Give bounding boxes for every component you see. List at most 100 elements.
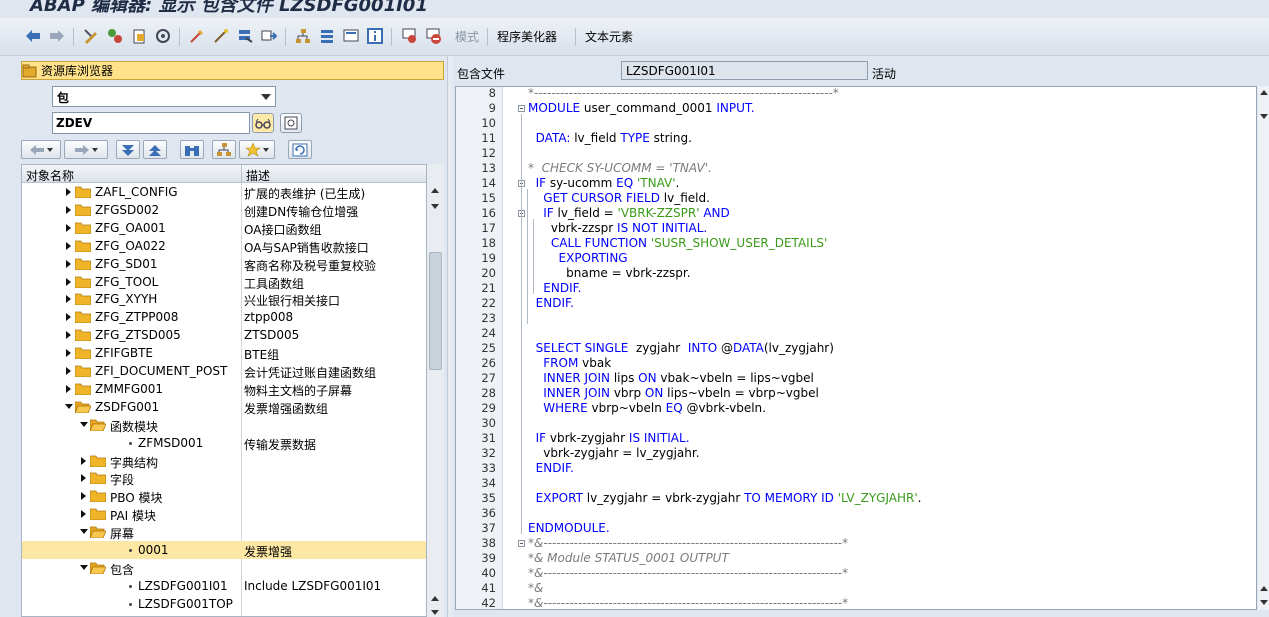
column-header-name[interactable]: 对象名称 — [26, 167, 74, 184]
back-arrow-icon[interactable] — [24, 26, 42, 46]
code-line[interactable]: EXPORTING — [528, 251, 628, 265]
expand-icon[interactable] — [66, 223, 71, 232]
expand-icon[interactable] — [81, 510, 86, 519]
tree-scrollbar-thumb[interactable] — [429, 252, 442, 370]
code-line[interactable]: FROM vbak — [528, 356, 611, 370]
tree-node[interactable]: LZSDFG001I01 Include LZSDFG001I01 — [22, 577, 426, 595]
code-line[interactable]: IF vbrk-zygjahr IS INITIAL. — [528, 431, 690, 445]
tree-node[interactable]: 屏幕 — [22, 523, 426, 541]
tree-node[interactable]: ZFI_DOCUMENT_POST 会计凭证过账自建函数组 — [22, 362, 426, 380]
fold-toggle-icon[interactable] — [518, 105, 525, 112]
expand-icon[interactable] — [66, 295, 71, 304]
check-syntax-icon[interactable] — [188, 26, 206, 46]
refresh-tree-button[interactable] — [288, 140, 312, 159]
code-line[interactable]: ENDIF. — [528, 461, 574, 475]
code-line[interactable]: INNER JOIN lips ON vbak~vbeln = lips~vgb… — [528, 371, 814, 385]
collapse-icon[interactable] — [80, 421, 88, 427]
tree-node[interactable]: 字段 — [22, 469, 426, 487]
tree-node[interactable]: PAI 模块 — [22, 505, 426, 523]
activate-icon[interactable] — [236, 26, 254, 46]
favorites-button[interactable] — [239, 140, 275, 159]
code-line[interactable]: ENDIF. — [528, 281, 581, 295]
find-button[interactable] — [180, 140, 204, 159]
expand-icon[interactable] — [66, 241, 71, 250]
expand-all-button[interactable] — [116, 140, 140, 159]
code-line[interactable]: * CHECK SY-UCOMM = 'TNAV'. — [528, 161, 712, 175]
tree-node[interactable]: PBO 模块 — [22, 487, 426, 505]
code-editor[interactable]: 8 9 10 11 12 13 14 15 16 17 18 19 20 21 22 23 24 25 26 27 28… — [455, 86, 1257, 610]
column-header-description[interactable]: 描述 — [246, 167, 270, 184]
tree-node[interactable]: ZFG_ZTSD005 ZTSD005 — [22, 326, 426, 344]
active-inactive-icon[interactable] — [106, 26, 124, 46]
code-line[interactable]: *&--------------------------------------… — [528, 566, 848, 580]
tree-node[interactable]: ZSDFG001 发票增强函数组 — [22, 398, 426, 416]
mode-button[interactable]: 模式 — [455, 28, 479, 45]
tree-node[interactable]: 字典结构 — [22, 452, 426, 470]
code-line[interactable]: EXPORT lv_zygjahr = vbrk-zygjahr TO MEMO… — [528, 491, 922, 505]
tree-node[interactable]: 包含 — [22, 559, 426, 577]
expand-icon[interactable] — [66, 188, 71, 196]
expand-icon[interactable] — [66, 349, 71, 358]
tree-scrollbar[interactable] — [427, 164, 444, 617]
tree-node[interactable]: ZFG_ZTPP008 ztpp008 — [22, 308, 426, 326]
test-icon[interactable] — [260, 26, 278, 46]
code-line[interactable]: INNER JOIN vbrp ON lips~vbeln = vbrp~vgb… — [528, 386, 819, 400]
tree-node[interactable]: ZFG_XYYH 兴业银行相关接口 — [22, 290, 426, 308]
expand-icon[interactable] — [66, 384, 71, 393]
expand-icon[interactable] — [66, 331, 71, 340]
stop-icon[interactable] — [424, 26, 444, 46]
tree-node[interactable]: ZFG_SD01 客商名称及税号重复校验 — [22, 255, 426, 273]
program-name-field[interactable]: LZSDFG001I01 — [621, 61, 868, 80]
code-line[interactable]: ENDMODULE. — [528, 521, 610, 535]
create-object-button[interactable] — [212, 140, 236, 159]
pretty-printer-button[interactable]: 程序美化器 — [497, 28, 557, 45]
info-icon[interactable] — [366, 26, 384, 46]
expand-icon[interactable] — [66, 367, 71, 375]
tree-node[interactable]: ZMMFG001 物料主文档的子屏幕 — [22, 380, 426, 398]
tree-node[interactable]: ZFIFGBTE BTE组 — [22, 344, 426, 362]
repository-browser-header[interactable]: 资源库浏览器 — [21, 61, 444, 80]
code-line[interactable]: DATA: lv_field TYPE string. — [528, 131, 692, 145]
code-line[interactable]: bname = vbrk-zzspr. — [528, 266, 690, 280]
tree-node[interactable]: ZFG_OA022 OA与SAP销售收款接口 — [22, 237, 426, 255]
tree-node[interactable]: ZFG_OA001 OA接口函数组 — [22, 219, 426, 237]
screen-icon[interactable] — [342, 26, 360, 46]
package-input[interactable]: ZDEV — [52, 112, 250, 134]
forward-arrow-icon[interactable] — [48, 26, 66, 46]
tree-node[interactable]: ZFG_TOOL 工具函数组 — [22, 273, 426, 291]
code-line[interactable]: GET CURSOR FIELD lv_field. — [528, 191, 710, 205]
collapse-icon[interactable] — [80, 529, 88, 535]
expand-icon[interactable] — [66, 313, 71, 322]
expand-icon[interactable] — [81, 456, 86, 465]
code-line[interactable]: CALL FUNCTION 'SUSR_SHOW_USER_DETAILS' — [528, 236, 827, 250]
text-elements-button[interactable]: 文本元素 — [585, 28, 633, 45]
object-list-icon[interactable] — [318, 26, 336, 46]
code-line[interactable]: ENDIF. — [528, 296, 574, 310]
code-line[interactable]: vbrk-zzspr IS NOT INITIAL. — [528, 221, 707, 235]
tree-node[interactable]: ZAFL_CONFIG 扩展的表维护 (已生成) — [22, 183, 426, 201]
expand-icon[interactable] — [81, 474, 86, 483]
refresh-button[interactable] — [280, 113, 302, 133]
tree-node[interactable]: LZSDFG001TOP — [22, 595, 426, 613]
code-line[interactable]: WHERE vbrp~vbeln EQ @vbrk-vbeln. — [528, 401, 766, 415]
code-line[interactable]: SELECT SINGLE zygjahr INTO @DATA(lv_zygj… — [528, 341, 834, 355]
code-line[interactable]: IF lv_field = 'VBRK-ZZSPR' AND — [528, 206, 729, 220]
fold-toggle-icon[interactable] — [518, 540, 525, 547]
tree-node[interactable]: 函数模块 — [22, 416, 426, 434]
tree-node[interactable]: 0001 发票增强 — [22, 541, 426, 559]
tree-node[interactable]: LZSDFG001UXXLZSDFG001UXX — [22, 613, 426, 616]
collapse-icon[interactable] — [80, 564, 88, 570]
previous-object-button[interactable] — [21, 140, 61, 159]
code-line[interactable]: *---------------------------------------… — [528, 87, 839, 100]
editor-scrollbar[interactable] — [1258, 86, 1269, 610]
code-line[interactable]: *& Module STATUS_0001 OUTPUT — [528, 551, 729, 565]
next-object-button[interactable] — [64, 140, 108, 159]
collapse-icon[interactable] — [65, 403, 73, 409]
code-line[interactable]: IF sy-ucomm EQ 'TNAV'. — [528, 176, 680, 190]
code-line[interactable]: vbrk-zygjahr = lv_zygjahr. — [528, 446, 699, 460]
display-button[interactable] — [252, 113, 274, 133]
magic-wand-icon[interactable] — [212, 26, 230, 46]
other-object-icon[interactable] — [130, 26, 148, 46]
code-line[interactable]: *&--------------------------------------… — [528, 536, 848, 550]
where-used-icon[interactable] — [154, 26, 172, 46]
